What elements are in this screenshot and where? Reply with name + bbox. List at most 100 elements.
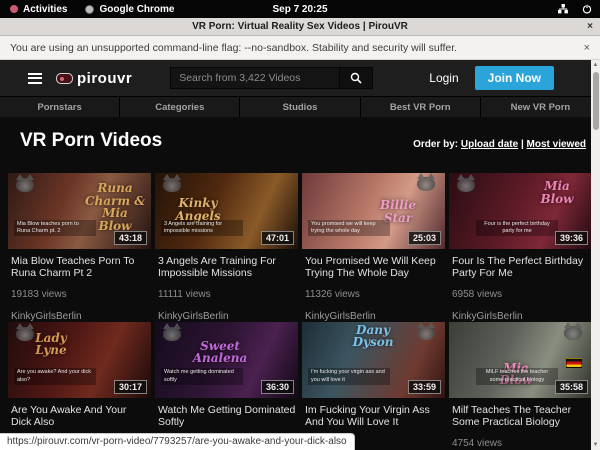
thumb-caption: Watch me getting dominated softly — [161, 368, 243, 384]
thumb-overlay-name: Billie Star — [367, 199, 429, 224]
network-icon[interactable] — [558, 4, 568, 14]
site-logo[interactable]: pirouvr — [56, 70, 132, 87]
video-thumbnail[interactable]: Dany Dyson I'm fucking your virgin ass a… — [302, 322, 445, 398]
thumb-caption: Mia Blow teaches porn to Runa Charm pt. … — [14, 220, 96, 236]
video-title-link[interactable]: You Promised We Will Keep Trying The Who… — [305, 255, 443, 280]
search-icon — [350, 72, 362, 84]
page-viewport: pirouvr Login Join Now Pornstars Categor… — [0, 60, 600, 450]
nav-item-studios[interactable]: Studios — [239, 97, 359, 117]
video-thumbnail[interactable]: Runa Charm & Mia Blow Mia Blow teaches p… — [8, 173, 151, 249]
nav-item-categories[interactable]: Categories — [119, 97, 239, 117]
content-area: VR Porn Videos Order by: Upload date | M… — [0, 130, 600, 449]
video-thumbnail[interactable]: Mia Blow Four is the perfect birthday pa… — [449, 173, 592, 249]
video-card: Mia Blow MILF teaches the teacher some p… — [449, 322, 592, 449]
studio-cat-mask-icon — [417, 177, 435, 191]
duration-badge: 33:59 — [408, 380, 441, 394]
studio-link[interactable]: KinkyGirlsBerlin — [305, 311, 443, 322]
search-bar — [170, 67, 373, 89]
video-thumbnail[interactable]: Billie Star You promised we will keep tr… — [302, 173, 445, 249]
duration-badge: 30:17 — [114, 380, 147, 394]
thumb-overlay-name: Kinky Angels — [167, 197, 229, 222]
view-count: 4754 views — [452, 438, 590, 449]
studio-cat-mask-icon — [16, 178, 34, 192]
video-title-link[interactable]: Mia Blow Teaches Porn To Runa Charm Pt 2 — [11, 255, 149, 280]
warning-close-icon[interactable]: × — [584, 42, 590, 54]
video-title-link[interactable]: Im Fucking Your Virgin Ass And You Will … — [305, 404, 443, 429]
warning-message: You are using an unsupported command-lin… — [0, 42, 457, 54]
main-nav: Pornstars Categories Studios Best VR Por… — [0, 96, 600, 117]
tab-title[interactable]: VR Porn: Virtual Reality Sex Videos | Pi… — [0, 21, 600, 32]
status-url-bar: https://pirouvr.com/vr-porn-video/779325… — [0, 433, 355, 450]
nav-item-best-vr[interactable]: Best VR Porn — [360, 97, 480, 117]
video-card: Kinky Angels 3 Angels are training for i… — [155, 173, 298, 322]
thumb-overlay-name: Dany Dyson — [342, 324, 404, 349]
video-title-link[interactable]: Are You Awake And Your Dick Also — [11, 404, 149, 429]
join-now-button[interactable]: Join Now — [475, 66, 554, 90]
video-title-link[interactable]: 3 Angels Are Training For Impossible Mis… — [158, 255, 296, 280]
video-thumbnail[interactable]: Sweet Analena Watch me getting dominated… — [155, 322, 298, 398]
video-thumbnail[interactable]: Kinky Angels 3 Angels are training for i… — [155, 173, 298, 249]
screen: Activities Google Chrome Sep 7 20:25 VR … — [0, 0, 600, 450]
duration-badge: 47:01 — [261, 231, 294, 245]
duration-badge: 36:30 — [261, 380, 294, 394]
studio-link[interactable]: KinkyGirlsBerlin — [11, 311, 149, 322]
order-by-label: Order by: — [413, 139, 458, 150]
tab-close-icon[interactable]: × — [587, 21, 593, 32]
view-count: 19183 views — [11, 289, 149, 300]
thumb-overlay-name: Sweet Analena — [189, 340, 251, 365]
german-flag-icon — [566, 358, 582, 368]
studio-cat-mask-icon — [163, 327, 181, 341]
duration-badge: 35:58 — [555, 380, 588, 394]
video-card: Sweet Analena Watch me getting dominated… — [155, 322, 298, 449]
thumb-caption: 3 Angels are training for impossible mis… — [161, 220, 243, 236]
video-grid: Runa Charm & Mia Blow Mia Blow teaches p… — [8, 173, 592, 449]
scrollbar[interactable]: ▲ ▼ — [591, 60, 600, 450]
video-card: Mia Blow Four is the perfect birthday pa… — [449, 173, 592, 322]
clock[interactable]: Sep 7 20:25 — [0, 4, 600, 15]
video-card: Dany Dyson I'm fucking your virgin ass a… — [302, 322, 445, 449]
search-input[interactable] — [170, 67, 340, 89]
login-link[interactable]: Login — [429, 71, 458, 85]
studio-cat-mask-icon — [16, 327, 34, 341]
scrollbar-thumb[interactable] — [593, 72, 599, 130]
video-title-link[interactable]: Watch Me Getting Dominated Softly — [158, 404, 296, 429]
video-thumbnail[interactable]: Lady Lyne Are you awake? And your dick a… — [8, 322, 151, 398]
scroll-down-icon[interactable]: ▼ — [591, 442, 600, 448]
video-card: Lady Lyne Are you awake? And your dick a… — [8, 322, 151, 449]
power-icon[interactable] — [582, 4, 592, 14]
order-by: Order by: Upload date | Most viewed — [413, 139, 586, 152]
page-title: VR Porn Videos — [20, 130, 162, 152]
system-top-bar: Activities Google Chrome Sep 7 20:25 — [0, 0, 600, 18]
search-button[interactable] — [340, 67, 373, 89]
order-link-upload-date[interactable]: Upload date — [461, 139, 518, 150]
warning-bar: You are using an unsupported command-lin… — [0, 36, 600, 60]
video-card: Runa Charm & Mia Blow Mia Blow teaches p… — [8, 173, 151, 322]
video-title-link[interactable]: Four Is The Perfect Birthday Party For M… — [452, 255, 590, 280]
thumb-caption: I'm fucking your virgin ass and you will… — [308, 368, 390, 384]
order-separator: | — [521, 139, 524, 150]
thumb-overlay-name: Runa Charm & Mia Blow — [84, 182, 146, 232]
order-link-most-viewed[interactable]: Most viewed — [527, 139, 586, 150]
studio-link[interactable]: KinkyGirlsBerlin — [452, 311, 590, 322]
browser-tab-bar: VR Porn: Virtual Reality Sex Videos | Pi… — [0, 18, 600, 36]
duration-badge: 43:18 — [114, 231, 147, 245]
scroll-up-icon[interactable]: ▲ — [591, 62, 600, 68]
thumb-caption: Four is the perfect birthday party for m… — [476, 220, 558, 236]
nav-item-pornstars[interactable]: Pornstars — [0, 97, 119, 117]
thumb-overlay-name: Mia Blow — [485, 362, 547, 387]
video-title-link[interactable]: Milf Teaches The Teacher Some Practical … — [452, 404, 590, 429]
thumb-caption: MILF teaches the teacher some practical … — [476, 368, 558, 384]
video-thumbnail[interactable]: Mia Blow MILF teaches the teacher some p… — [449, 322, 592, 398]
studio-link[interactable]: KinkyGirlsBerlin — [158, 311, 296, 322]
logo-text: pirouvr — [77, 70, 132, 87]
thumb-overlay-name: Mia Blow — [526, 180, 588, 205]
view-count: 11111 views — [158, 289, 296, 300]
duration-badge: 39:36 — [555, 231, 588, 245]
vr-goggles-icon — [56, 73, 73, 84]
menu-icon[interactable] — [28, 73, 42, 84]
nav-item-new-vr[interactable]: New VR Porn — [480, 97, 600, 117]
studio-cat-mask-icon — [163, 178, 181, 192]
video-card: Billie Star You promised we will keep tr… — [302, 173, 445, 322]
thumb-caption: Are you awake? And your dick also? — [14, 368, 96, 384]
studio-cat-mask-icon — [457, 178, 475, 192]
